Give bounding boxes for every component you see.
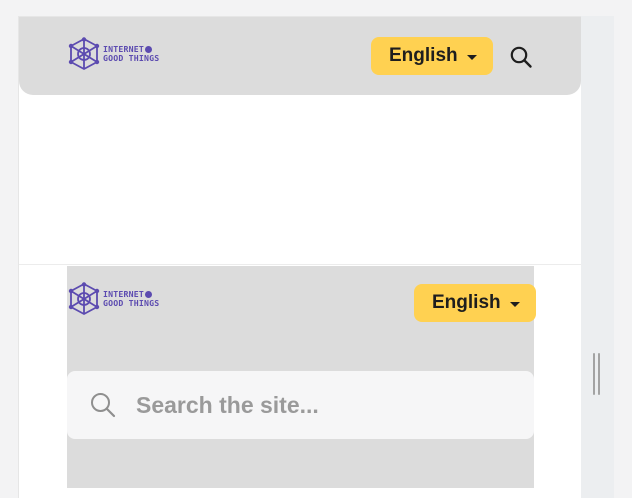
chevron-down-icon [509, 301, 520, 307]
overlay-logo[interactable]: INTERNET GOOD THINGS [67, 282, 159, 316]
language-selector-label: English [432, 292, 501, 313]
logo-wordmark: INTERNET GOOD THINGS [103, 45, 159, 63]
search-icon [91, 393, 116, 418]
mobile-viewport: INTERNET GOOD THINGS English INTERNET GO… [18, 16, 581, 498]
search-input[interactable] [134, 390, 518, 420]
site-header: INTERNET GOOD THINGS English [19, 17, 581, 95]
logo-line-2: GOOD THINGS [103, 53, 160, 63]
logo-mark-icon [68, 282, 100, 315]
logo-dot-icon [145, 291, 153, 298]
logo-dot-icon [145, 46, 153, 53]
language-selector-label: English [389, 45, 458, 66]
language-selector[interactable]: English [371, 37, 493, 75]
search-icon[interactable] [509, 45, 533, 69]
resize-handle[interactable] [593, 353, 601, 395]
site-logo[interactable]: INTERNET GOOD THINGS [67, 37, 159, 71]
search-overlay: INTERNET GOOD THINGS English [67, 266, 536, 488]
page-gutter [581, 16, 614, 498]
logo-wordmark: INTERNET GOOD THINGS [103, 290, 159, 308]
section-divider [19, 264, 581, 265]
logo-line-2: GOOD THINGS [103, 298, 160, 308]
overlay-language-selector[interactable]: English [414, 284, 536, 322]
search-field[interactable] [67, 371, 534, 439]
logo-mark-icon [68, 37, 100, 70]
chevron-down-icon [466, 54, 477, 60]
